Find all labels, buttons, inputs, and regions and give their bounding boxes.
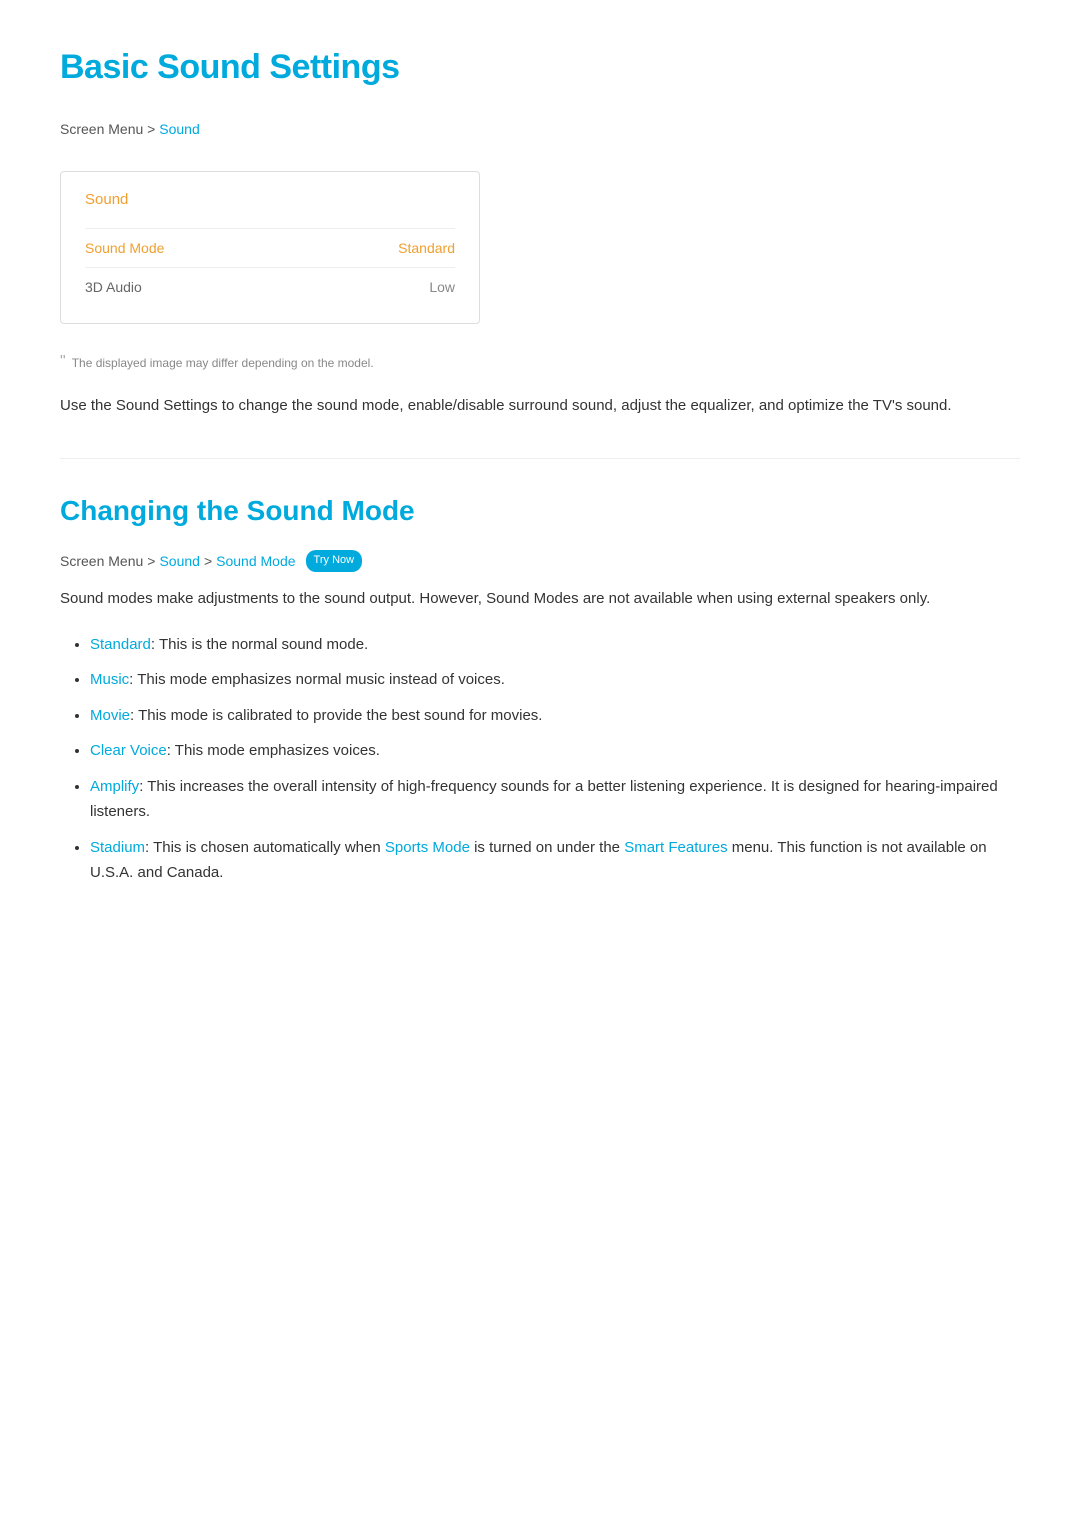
list-item-amplify: Amplify: This increases the overall inte… [90,774,1020,825]
section-intro: Sound modes make adjustments to the soun… [60,586,1020,612]
section-breadcrumb-link-sound[interactable]: Sound [159,550,199,572]
text-stadium-middle: is turned on under the [470,839,624,856]
disclaimer: " The displayed image may differ dependi… [60,354,1020,373]
breadcrumb: Screen Menu > Sound [60,118,1020,140]
term-amplify: Amplify [90,778,139,795]
menu-row-3d-audio[interactable]: 3D Audio Low [85,267,455,306]
list-item-standard: Standard: This is the normal sound mode. [90,632,1020,658]
menu-header: Sound [85,188,455,212]
section-breadcrumb-prefix: Screen Menu [60,550,143,572]
text-movie: : This mode is calibrated to provide the… [130,707,542,724]
text-amplify: : This increases the overall intensity o… [90,778,998,821]
disclaimer-text: The displayed image may differ depending… [72,354,374,373]
menu-label-sound-mode: Sound Mode [85,237,164,259]
term-sports-mode: Sports Mode [385,839,470,856]
quote-icon: " [60,354,66,370]
menu-row-sound-mode[interactable]: Sound Mode Standard [85,228,455,267]
sound-modes-list: Standard: This is the normal sound mode.… [60,632,1020,886]
list-item-music: Music: This mode emphasizes normal music… [90,667,1020,693]
section-title: Changing the Sound Mode [60,489,1020,534]
list-item-clear-voice: Clear Voice: This mode emphasizes voices… [90,738,1020,764]
term-movie: Movie [90,707,130,724]
page-title: Basic Sound Settings [60,40,1020,94]
section-breadcrumb: Screen Menu > Sound > Sound Mode Try Now [60,550,1020,572]
term-clear-voice: Clear Voice [90,742,167,759]
menu-label-3d-audio: 3D Audio [85,276,142,298]
section-breadcrumb-sep1: > [147,550,155,572]
list-item-movie: Movie: This mode is calibrated to provid… [90,703,1020,729]
breadcrumb-link-sound[interactable]: Sound [159,121,199,137]
text-clear-voice: : This mode emphasizes voices. [167,742,380,759]
breadcrumb-prefix: Screen Menu [60,121,143,137]
text-stadium-before: : This is chosen automatically when [145,839,385,856]
breadcrumb-separator: > [147,121,159,137]
list-item-stadium: Stadium: This is chosen automatically wh… [90,835,1020,886]
term-stadium: Stadium [90,839,145,856]
description-text: Use the Sound Settings to change the sou… [60,393,1020,419]
section-breadcrumb-sep2: > [204,550,212,572]
section-divider [60,458,1020,459]
section-breadcrumb-link-sound-mode[interactable]: Sound Mode [216,550,295,572]
try-now-badge[interactable]: Try Now [306,550,363,572]
text-music: : This mode emphasizes normal music inst… [129,671,505,688]
term-music: Music [90,671,129,688]
term-smart-features: Smart Features [624,839,727,856]
term-standard: Standard [90,636,151,653]
menu-box: Sound Sound Mode Standard 3D Audio Low [60,171,480,324]
text-standard: : This is the normal sound mode. [151,636,368,653]
menu-value-sound-mode: Standard [398,237,455,259]
menu-value-3d-audio: Low [429,276,455,298]
